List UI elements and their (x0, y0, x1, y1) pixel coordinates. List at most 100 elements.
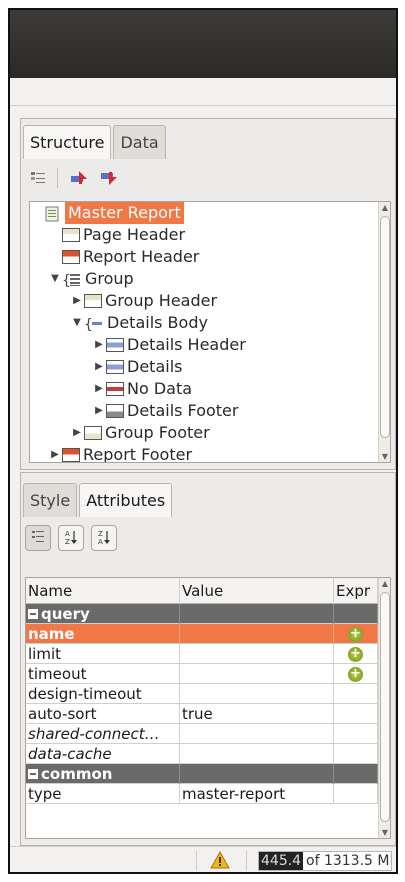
sort-az-icon: AZ (65, 530, 77, 546)
status-separator (196, 851, 197, 871)
memory-indicator[interactable]: 445.4 of 1313.5 MB (258, 851, 392, 871)
attribute-value-cell[interactable] (180, 624, 334, 644)
attribute-value-cell[interactable]: master-report (180, 784, 334, 804)
warning-icon[interactable] (210, 850, 230, 870)
attribute-category-row[interactable]: common (26, 764, 378, 784)
add-expression-icon[interactable]: + (348, 667, 363, 682)
expression-cell[interactable] (334, 704, 378, 724)
grid-header: Name Value Expr (26, 578, 378, 604)
svg-text:{: { (84, 317, 93, 332)
band-grey-icon (106, 404, 124, 418)
expression-cell[interactable] (334, 684, 378, 704)
tree-item[interactable]: ▼{ Details Body (70, 312, 208, 334)
tree-item[interactable]: Master Report (30, 202, 378, 224)
column-header-expr[interactable]: Expr (334, 578, 378, 604)
categorize-icon (32, 531, 44, 542)
add-expression-icon[interactable]: + (348, 627, 363, 642)
tab-style[interactable]: Style (23, 483, 78, 517)
column-header-name[interactable]: Name (26, 578, 180, 604)
attribute-value-cell[interactable]: true (180, 704, 334, 724)
tree-scroll-thumb[interactable] (380, 216, 390, 438)
attribute-name-cell: design-timeout (26, 684, 180, 704)
tree-item[interactable]: Page Header (48, 224, 185, 246)
collapse-arrow-icon[interactable]: ▶ (70, 422, 84, 444)
expression-cell[interactable]: + (334, 624, 378, 644)
expression-cell[interactable] (334, 724, 378, 744)
collapse-arrow-icon[interactable]: ▶ (92, 400, 106, 422)
scroll-down-icon[interactable]: ▼ (379, 452, 390, 461)
attribute-row[interactable]: design-timeout (26, 684, 378, 704)
status-bar: 445.4 of 1313.5 MB (10, 846, 396, 872)
tree-item[interactable]: Report Header (48, 246, 199, 268)
tree-item[interactable]: ▶ Report Footer (48, 444, 192, 462)
tree-item[interactable]: ▶ Group Footer (70, 422, 210, 444)
collapse-icon[interactable] (28, 609, 38, 619)
attribute-value-cell[interactable] (180, 664, 334, 684)
band-blue-icon (106, 360, 124, 374)
sort-descending-button[interactable]: ZA (91, 525, 117, 551)
tree-item-label: Details (127, 357, 183, 376)
tree-item[interactable]: ▼{Group (48, 268, 134, 290)
tree-item-label: Group Header (105, 291, 218, 310)
expression-cell[interactable]: + (334, 644, 378, 664)
expression-cell[interactable]: + (334, 664, 378, 684)
attribute-row[interactable]: type master-report (26, 784, 378, 804)
attribute-value-cell[interactable] (180, 724, 334, 744)
collapse-arrow-icon[interactable]: ▶ (92, 334, 106, 356)
add-expression-icon[interactable]: + (348, 647, 363, 662)
tree-item[interactable]: ▶ Group Header (70, 290, 217, 312)
attribute-category-row[interactable]: query (26, 604, 378, 624)
collapse-arrow-icon[interactable]: ▶ (70, 290, 84, 312)
categorize-button[interactable] (25, 525, 51, 551)
sort-ascending-button[interactable]: AZ (58, 525, 84, 551)
svg-text:Z: Z (65, 538, 70, 546)
collapse-arrow-icon[interactable]: ▶ (92, 378, 106, 400)
tree-item[interactable]: ▶ Details Footer (92, 400, 238, 422)
attribute-value-cell (180, 604, 334, 624)
attribute-value-cell[interactable] (180, 684, 334, 704)
band-top-icon (62, 228, 80, 242)
attribute-row[interactable]: limit + (26, 644, 378, 664)
attribute-name: auto-sort (28, 705, 97, 723)
tab-attributes[interactable]: Attributes (79, 483, 173, 517)
scroll-up-icon[interactable]: ▲ (379, 579, 390, 588)
expand-arrow-icon[interactable]: ▼ (48, 268, 62, 290)
collapse-arrow-icon[interactable]: ▶ (48, 444, 62, 462)
attribute-value-cell[interactable] (180, 744, 334, 764)
attribute-grid[interactable]: Name Value Expr query name + limit + timeout +… (25, 577, 391, 839)
structure-tree[interactable]: Master Report Page Header Report Header ▼{G… (29, 201, 391, 463)
attribute-name: timeout (28, 665, 87, 683)
expression-cell[interactable] (334, 744, 378, 764)
tree-item-label: Page Header (83, 225, 186, 244)
attribute-row[interactable]: name + (26, 624, 378, 644)
tree-item[interactable]: ▶ No Data (92, 378, 192, 400)
grid-scrollbar[interactable]: ▲ ▼ (378, 578, 390, 838)
memory-used: 445.4 (259, 852, 304, 870)
attribute-row[interactable]: timeout + (26, 664, 378, 684)
attribute-row[interactable]: shared-connect… (26, 724, 378, 744)
collapse-icon[interactable] (28, 769, 38, 779)
column-header-value[interactable]: Value (180, 578, 334, 604)
tree-scrollbar[interactable]: ▲ ▼ (378, 202, 390, 462)
tab-structure[interactable]: Structure (23, 125, 112, 159)
attribute-value-cell[interactable] (180, 644, 334, 664)
tree-item[interactable]: ▶ Details Header (92, 334, 246, 356)
expression-cell[interactable] (334, 784, 378, 804)
tree-item-label: Details Body (107, 313, 208, 332)
list-view-icon[interactable] (27, 167, 49, 189)
tab-data[interactable]: Data (113, 125, 166, 159)
scroll-up-icon[interactable]: ▲ (379, 203, 390, 212)
collapse-arrow-icon[interactable]: ▶ (92, 356, 106, 378)
band-bottom-icon (84, 426, 102, 440)
tree-item-label: Group Footer (105, 423, 210, 442)
attribute-row[interactable]: auto-sort true (26, 704, 378, 724)
grid-scroll-thumb[interactable] (380, 592, 390, 822)
tree-item[interactable]: ▶ Details (92, 356, 182, 378)
attribute-row[interactable]: data-cache (26, 744, 378, 764)
move-up-icon[interactable] (68, 167, 90, 189)
scroll-down-icon[interactable]: ▼ (379, 828, 390, 837)
expand-arrow-icon[interactable]: ▼ (70, 312, 84, 334)
move-down-icon[interactable] (98, 167, 120, 189)
title-bar[interactable] (10, 10, 396, 78)
group-icon: { (62, 272, 82, 289)
